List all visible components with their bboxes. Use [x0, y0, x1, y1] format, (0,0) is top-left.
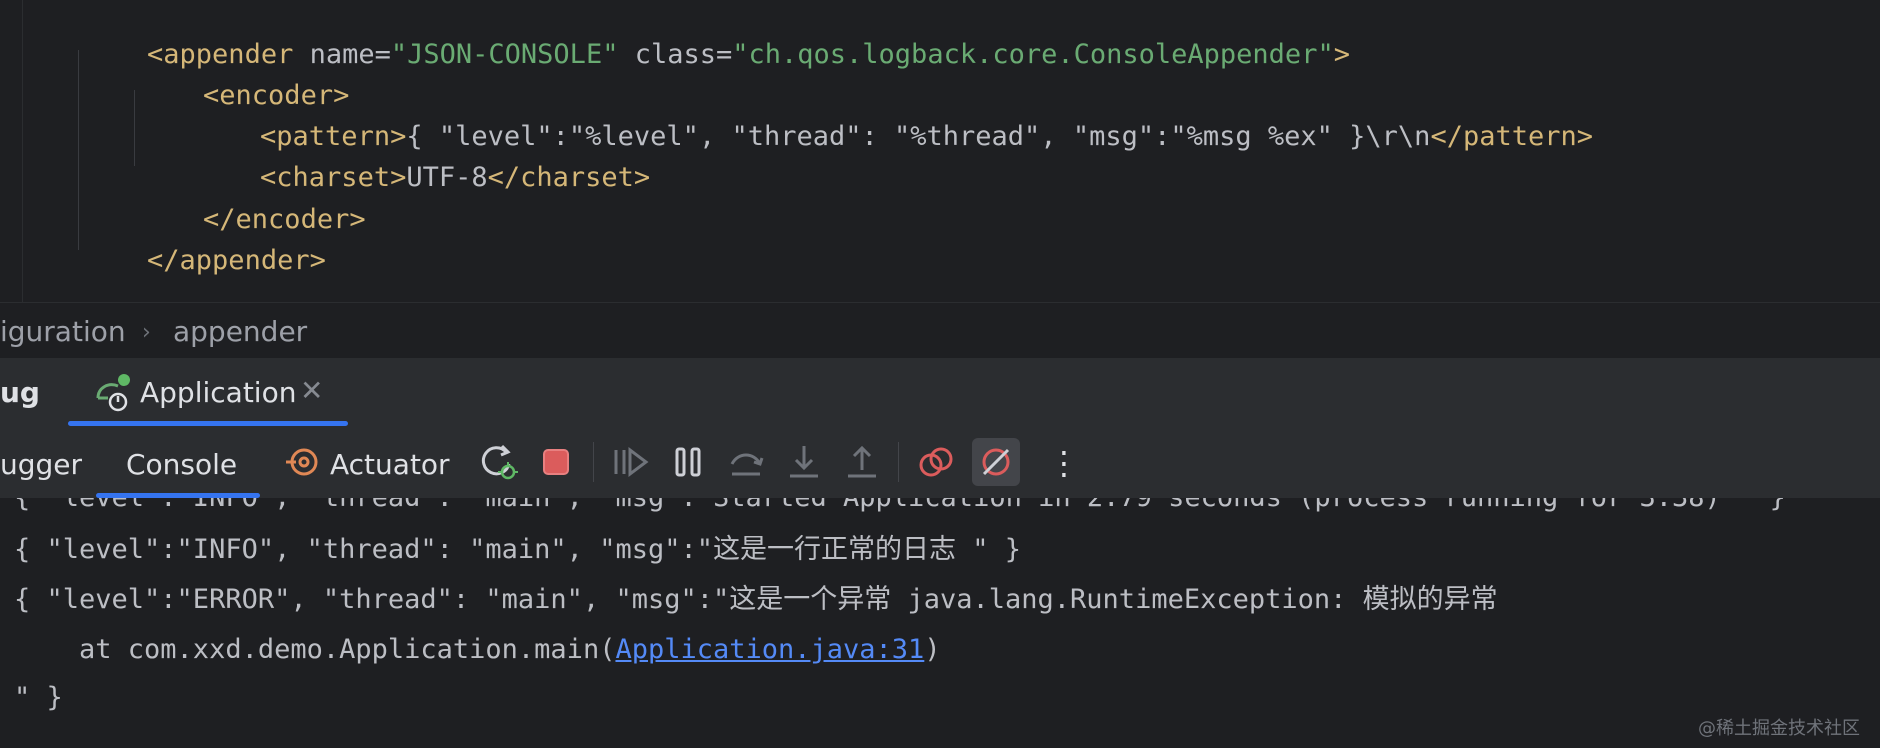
tab-debugger[interactable]: ugger — [0, 448, 82, 481]
stacktrace-text: ) — [924, 634, 941, 665]
indent-guide — [78, 50, 79, 250]
editor-gutter-border — [22, 0, 23, 302]
watermark: @稀土掘金技术社区 — [1698, 718, 1860, 739]
console-line-stacktrace: at com.xxd.demo.Application.main(Applica… — [14, 634, 941, 666]
xml-text: UTF-8 — [406, 162, 488, 193]
stacktrace-text: at com.xxd.demo.Application.main( — [14, 634, 616, 665]
console-line: { level : INFO , thread : main , msg : S… — [14, 498, 1786, 514]
debug-toolbar: ugger Console Actuator ⋮ — [0, 426, 1880, 499]
close-icon[interactable]: ✕ — [300, 374, 323, 407]
tab-application-session[interactable]: Application ✕ — [68, 358, 348, 426]
toolbar-separator — [898, 442, 899, 482]
tool-window-title: ug — [0, 376, 40, 409]
xml-tag: > — [1333, 39, 1350, 70]
xml-value: "JSON-CONSOLE" — [390, 39, 619, 70]
xml-tag: </appender> — [147, 245, 326, 276]
step-into-icon[interactable] — [782, 440, 826, 484]
console-line: " } — [14, 682, 63, 713]
tab-actuator[interactable]: Actuator — [330, 448, 450, 481]
rerun-debug-icon[interactable] — [476, 440, 520, 484]
xml-value: "ch.qos.logback.core.ConsoleAppender" — [732, 39, 1334, 70]
pause-icon[interactable] — [666, 440, 710, 484]
xml-tag: </pattern> — [1430, 121, 1593, 152]
tab-label: Application — [140, 376, 297, 409]
stop-icon[interactable] — [534, 440, 578, 484]
console-line: { "level":"INFO", "thread": "main", "msg… — [14, 534, 1022, 565]
more-icon[interactable]: ⋮ — [1048, 444, 1080, 482]
actuator-icon[interactable] — [280, 440, 324, 484]
tab-console[interactable]: Console — [126, 448, 237, 481]
step-out-icon[interactable] — [840, 440, 884, 484]
mute-breakpoints-icon[interactable] — [972, 438, 1020, 486]
console-line: { "level":"ERROR", "thread": "main", "ms… — [14, 584, 1498, 615]
spring-boot-run-icon — [94, 372, 134, 412]
step-over-icon[interactable] — [724, 440, 768, 484]
breadcrumb: iguration › appender — [0, 302, 1880, 359]
view-breakpoints-icon[interactable] — [914, 440, 958, 484]
source-link[interactable]: Application.java:31 — [615, 634, 924, 665]
resume-icon[interactable] — [608, 440, 652, 484]
debug-tool-window-header: ug Application ✕ — [0, 358, 1880, 427]
xml-attr: class= — [618, 39, 733, 70]
console-output[interactable]: { level : INFO , thread : main , msg : S… — [0, 498, 1880, 748]
breadcrumb-item-configuration[interactable]: iguration — [0, 315, 126, 348]
code-line-appender-close: </appender> — [82, 216, 326, 306]
breadcrumb-separator: › — [142, 320, 151, 345]
xml-tag: </charset> — [487, 162, 651, 193]
breadcrumb-item-appender[interactable]: appender — [173, 315, 307, 348]
code-editor[interactable]: <appender name="JSON-CONSOLE" class="ch.… — [0, 0, 1880, 302]
toolbar-separator — [593, 442, 594, 482]
indent-guide — [134, 90, 135, 166]
